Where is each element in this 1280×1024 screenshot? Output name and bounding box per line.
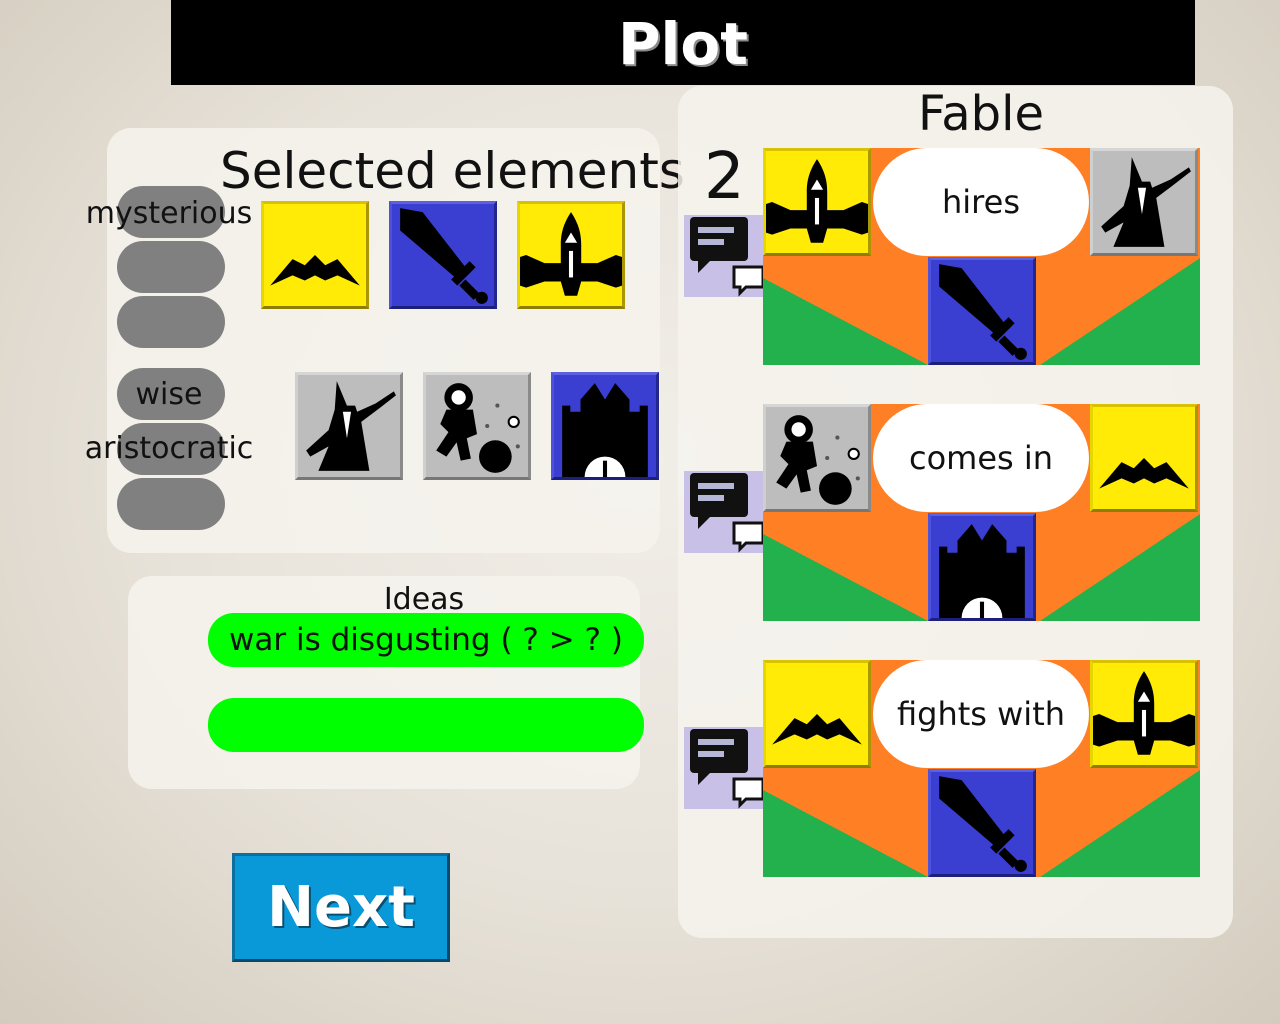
scene-object-tile bbox=[928, 513, 1036, 621]
element-tile-spaceship[interactable] bbox=[517, 201, 625, 309]
scene-target-tile bbox=[1090, 660, 1198, 768]
chat-icon bbox=[684, 727, 763, 809]
sword-icon bbox=[931, 772, 1033, 874]
fable-count: 2 bbox=[704, 140, 745, 214]
sword-icon bbox=[931, 260, 1033, 362]
scene-object-tile bbox=[928, 769, 1036, 877]
attribute-label: mysterious bbox=[85, 196, 253, 231]
idea-item[interactable]: war is disgusting ( ? > ? ) bbox=[208, 613, 644, 667]
castle-icon bbox=[931, 516, 1033, 618]
attribute-label: wise bbox=[135, 377, 203, 412]
title-bar: Plot bbox=[171, 0, 1195, 85]
fable-scene[interactable]: fights with bbox=[763, 660, 1200, 877]
element-tile-wizard[interactable] bbox=[295, 372, 403, 480]
scene-subject-tile bbox=[763, 148, 871, 256]
element-tile-bat[interactable] bbox=[261, 201, 369, 309]
attribute-label: aristocratic bbox=[84, 431, 254, 466]
attribute-slot[interactable] bbox=[117, 478, 225, 530]
scene-verb: comes in bbox=[873, 404, 1089, 512]
comment-button[interactable] bbox=[684, 215, 763, 297]
bat-icon bbox=[1093, 407, 1195, 509]
sword-icon bbox=[392, 204, 494, 306]
bat-icon bbox=[766, 663, 868, 765]
attribute-slot[interactable] bbox=[117, 241, 225, 293]
comment-button[interactable] bbox=[684, 727, 763, 809]
scene-subject-tile bbox=[763, 660, 871, 768]
scene-subject-tile bbox=[763, 404, 871, 512]
scene-verb: fights with bbox=[873, 660, 1089, 768]
ideas-heading: Ideas bbox=[383, 582, 465, 617]
element-tile-castle[interactable] bbox=[551, 372, 659, 480]
scene-target-tile bbox=[1090, 148, 1198, 256]
chat-icon bbox=[684, 215, 763, 297]
fable-scene[interactable]: hires bbox=[763, 148, 1200, 365]
element-tile-astronaut[interactable] bbox=[423, 372, 531, 480]
next-button[interactable]: Next bbox=[232, 853, 450, 962]
element-tile-sword[interactable] bbox=[389, 201, 497, 309]
scene-object-tile bbox=[928, 257, 1036, 365]
attribute-slot[interactable] bbox=[117, 296, 225, 348]
scene-verb: hires bbox=[873, 148, 1089, 256]
spaceship-icon bbox=[1093, 663, 1195, 765]
astronaut-icon bbox=[766, 407, 868, 509]
wizard-icon bbox=[1093, 151, 1195, 253]
castle-icon bbox=[554, 375, 656, 477]
spaceship-icon bbox=[520, 204, 622, 306]
chat-icon bbox=[684, 471, 763, 553]
scene-target-tile bbox=[1090, 404, 1198, 512]
idea-item[interactable] bbox=[208, 698, 644, 752]
fable-heading: Fable bbox=[918, 86, 1044, 142]
spaceship-icon bbox=[766, 151, 868, 253]
bat-icon bbox=[264, 204, 366, 306]
comment-button[interactable] bbox=[684, 471, 763, 553]
page-title: Plot bbox=[618, 10, 748, 78]
selected-elements-heading: Selected elements bbox=[220, 142, 685, 200]
astronaut-icon bbox=[426, 375, 528, 477]
fable-scene[interactable]: comes in bbox=[763, 404, 1200, 621]
wizard-icon bbox=[298, 375, 400, 477]
